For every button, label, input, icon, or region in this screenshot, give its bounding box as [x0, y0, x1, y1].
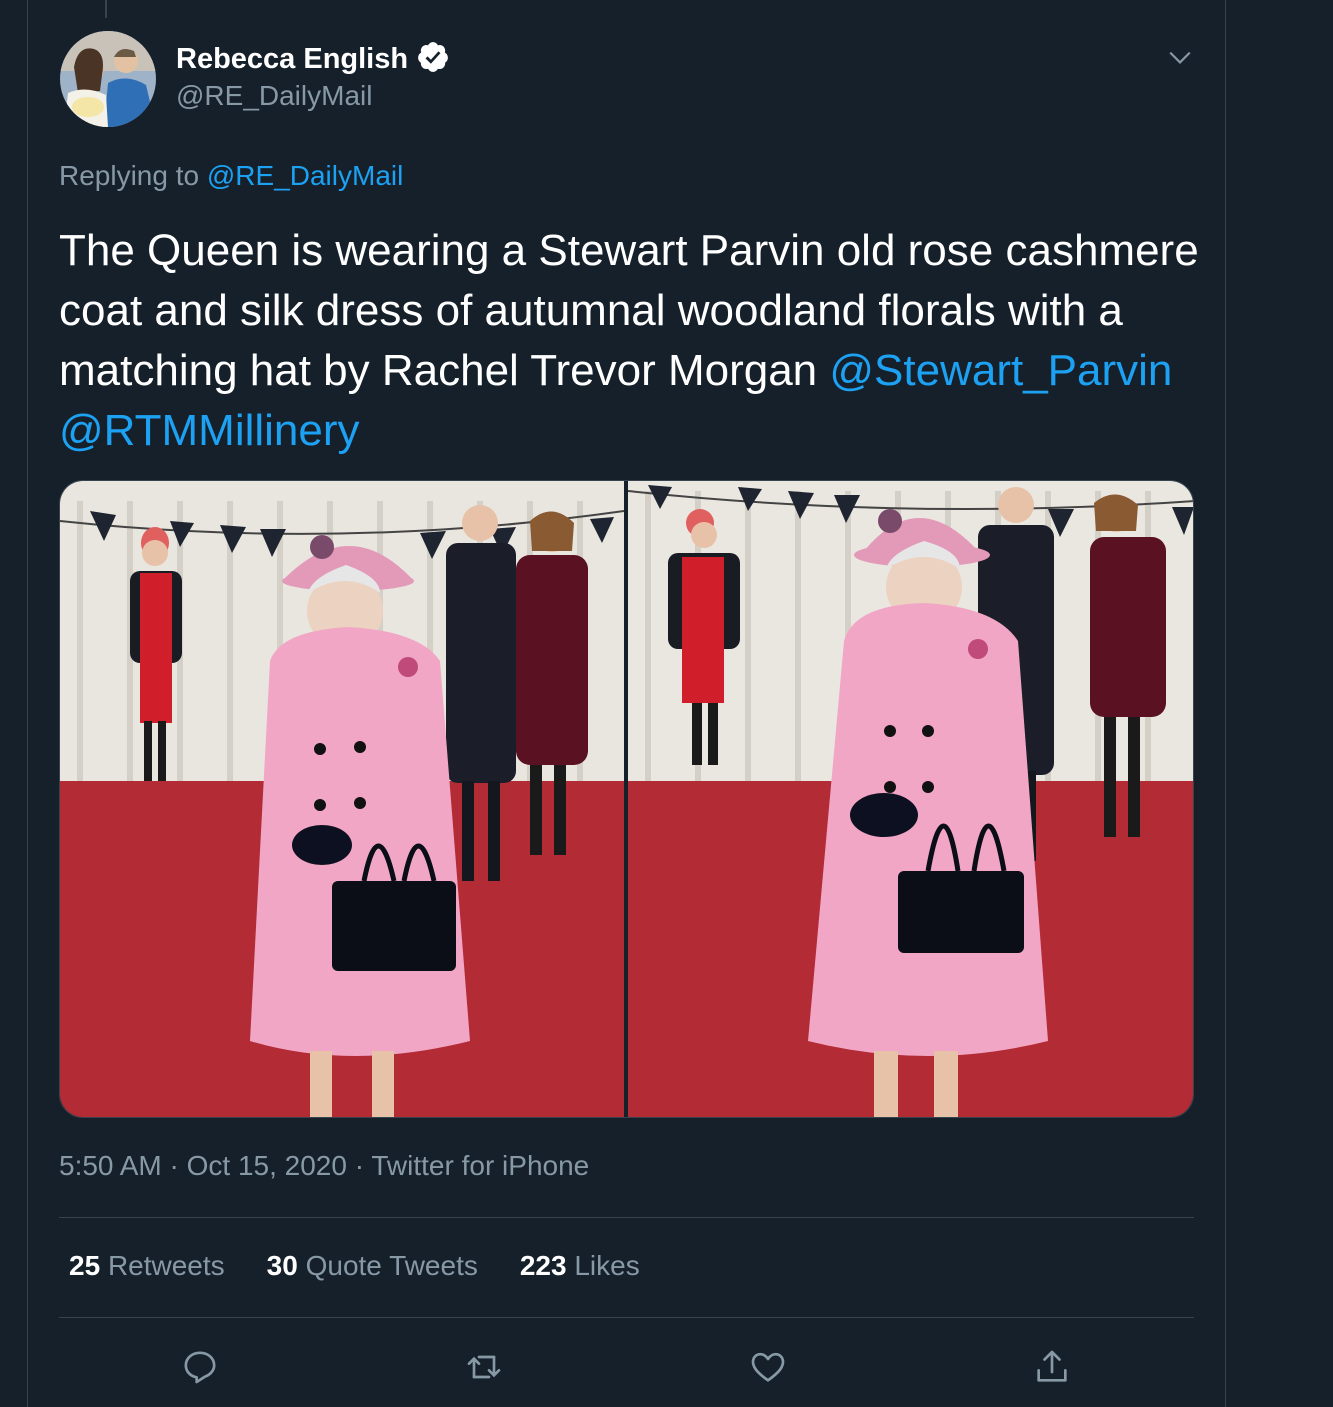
author-display-name[interactable]: Rebecca English — [176, 43, 408, 76]
more-options-button[interactable] — [1163, 40, 1197, 74]
retweets-count: 25 — [69, 1250, 101, 1281]
tweet-metadata: 5:50 AM · Oct 15, 2020 · Twitter for iPh… — [59, 1150, 589, 1182]
share-icon — [1037, 1350, 1067, 1382]
tweet-action-bar — [0, 1345, 1333, 1389]
divider — [59, 1217, 1194, 1218]
tweet-photo-2[interactable] — [628, 481, 1193, 1117]
replying-to-link[interactable]: @RE_DailyMail — [207, 160, 403, 191]
tweet-time[interactable]: 5:50 AM — [59, 1150, 162, 1181]
heart-icon — [751, 1352, 785, 1382]
thread-connector-line — [105, 0, 107, 18]
chevron-down-icon — [1169, 51, 1191, 64]
likes-stat[interactable]: 223 Likes — [520, 1250, 640, 1282]
replying-to-line: Replying to @RE_DailyMail — [59, 160, 403, 192]
author-name-row[interactable]: Rebecca English — [176, 40, 450, 79]
mention-link-rtm-millinery[interactable]: @RTMMillinery — [59, 406, 360, 455]
quote-tweets-count: 30 — [266, 1250, 298, 1281]
tweet-source[interactable]: Twitter for iPhone — [371, 1150, 589, 1181]
tweet-media-grid — [59, 480, 1194, 1118]
retweet-icon — [467, 1355, 501, 1379]
tweet-text: The Queen is wearing a Stewart Parvin ol… — [59, 221, 1209, 461]
retweets-stat[interactable]: 25 Retweets — [69, 1250, 225, 1282]
tweet-stats: 25 Retweets 30 Quote Tweets 223 Likes — [69, 1250, 640, 1282]
replying-to-label: Replying to — [59, 160, 200, 191]
tweet-date[interactable]: Oct 15, 2020 — [187, 1150, 347, 1181]
reply-icon — [184, 1351, 216, 1384]
retweet-button[interactable] — [462, 1345, 506, 1389]
divider — [59, 1317, 1194, 1318]
likes-count: 223 — [519, 1250, 567, 1281]
quote-tweets-stat[interactable]: 30 Quote Tweets — [267, 1250, 478, 1282]
quote-tweets-label: Quote Tweets — [305, 1250, 478, 1281]
share-button[interactable] — [1030, 1345, 1074, 1389]
profile-photo-icon — [60, 31, 156, 127]
mention-link-stewart-parvin[interactable]: @Stewart_Parvin — [829, 346, 1172, 395]
meta-separator: · — [169, 1150, 179, 1181]
tweet-photo-1[interactable] — [60, 481, 624, 1117]
avatar[interactable] — [60, 31, 156, 127]
like-button[interactable] — [746, 1345, 790, 1389]
likes-label: Likes — [574, 1250, 640, 1281]
meta-separator: · — [354, 1150, 365, 1181]
author-handle[interactable]: @RE_DailyMail — [176, 80, 372, 112]
retweets-label: Retweets — [107, 1250, 225, 1281]
verified-badge-icon — [416, 40, 450, 79]
reply-button[interactable] — [178, 1345, 222, 1389]
